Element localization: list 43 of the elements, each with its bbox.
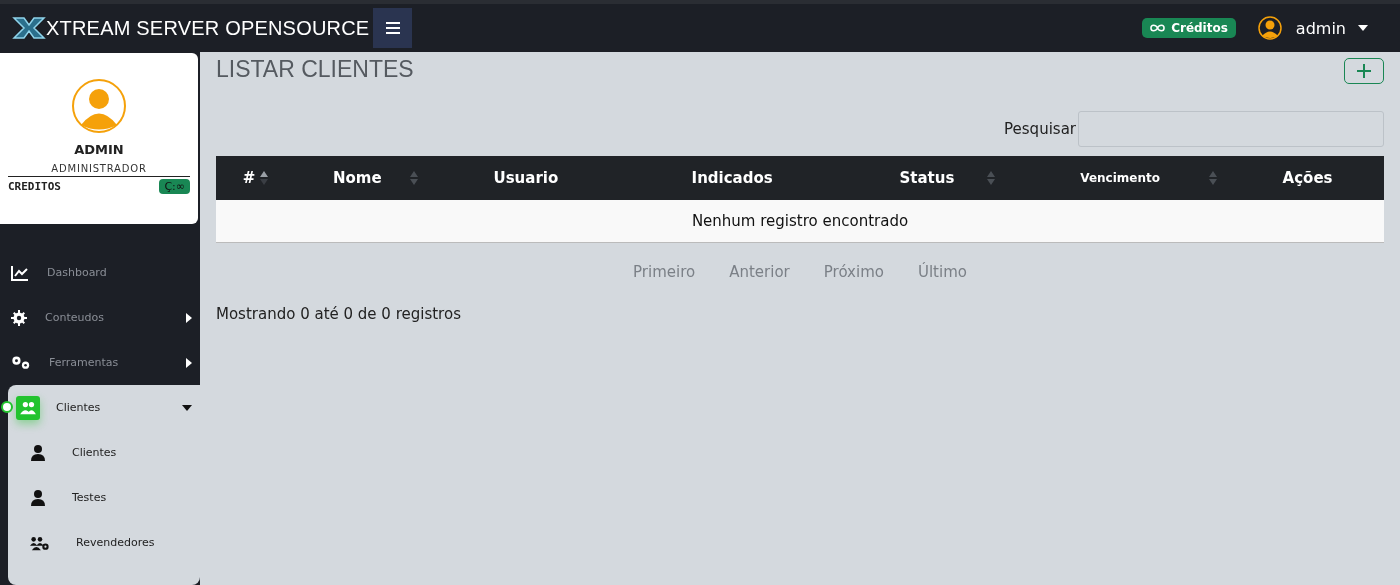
column-header[interactable]: Nome xyxy=(282,156,433,200)
credits-label: CREDITOS xyxy=(8,180,61,193)
add-button[interactable] xyxy=(1344,58,1384,84)
table-info: Mostrando 0 até 0 de 0 registros xyxy=(216,305,462,323)
line-chart-icon xyxy=(11,264,29,281)
column-header[interactable]: Usuario xyxy=(432,156,620,200)
submenu-item[interactable]: Revendedores xyxy=(8,520,200,565)
credits-badge: Ç:∞ xyxy=(159,179,190,194)
sidebar-item[interactable]: Conteudos xyxy=(0,295,200,340)
sidebar-item[interactable]: Clientes xyxy=(8,385,200,430)
column-header[interactable]: Vencimento xyxy=(1009,156,1232,200)
user-menu-button[interactable]: admin xyxy=(1289,17,1374,39)
gear-icon xyxy=(11,309,27,326)
profile-name: ADMIN xyxy=(74,142,124,157)
caret-icon xyxy=(1358,25,1368,31)
search-field[interactable] xyxy=(1078,111,1384,147)
plus-icon xyxy=(1357,64,1371,78)
submenu-item[interactable]: Testes xyxy=(8,475,200,520)
profile-role: ADMINISTRADOR xyxy=(51,163,147,174)
submenu-item[interactable]: Clientes xyxy=(8,430,200,475)
menu-button[interactable] xyxy=(373,8,413,48)
column-header[interactable]: Status xyxy=(844,156,1010,200)
empty-message: Nenhum registro encontrado xyxy=(216,200,1384,243)
column-header[interactable]: Indicados xyxy=(619,156,845,200)
person-icon xyxy=(30,489,46,506)
menu-icon xyxy=(385,22,400,34)
users-gear-icon xyxy=(30,534,50,551)
infinity-icon xyxy=(1150,24,1166,32)
column-header[interactable]: Ações xyxy=(1231,156,1384,200)
page-title: LISTAR CLIENTES xyxy=(216,55,414,83)
users-icon xyxy=(16,395,40,420)
search-label: Pesquisar xyxy=(1004,120,1076,138)
avatar-icon xyxy=(71,78,127,134)
x-logo-icon xyxy=(12,16,46,40)
brand-title: XTREAM SERVER OPENSOURCE xyxy=(46,16,370,40)
credits-button[interactable]: Créditos xyxy=(1142,18,1236,38)
gears-icon xyxy=(11,355,31,370)
column-header[interactable]: # xyxy=(216,156,283,200)
sidebar-item[interactable]: Dashboard xyxy=(0,250,200,295)
active-dot-icon xyxy=(1,401,13,413)
sidebar-item[interactable]: Ferramentas xyxy=(0,340,200,385)
user-avatar-icon xyxy=(1257,16,1282,40)
person-icon xyxy=(30,444,46,461)
